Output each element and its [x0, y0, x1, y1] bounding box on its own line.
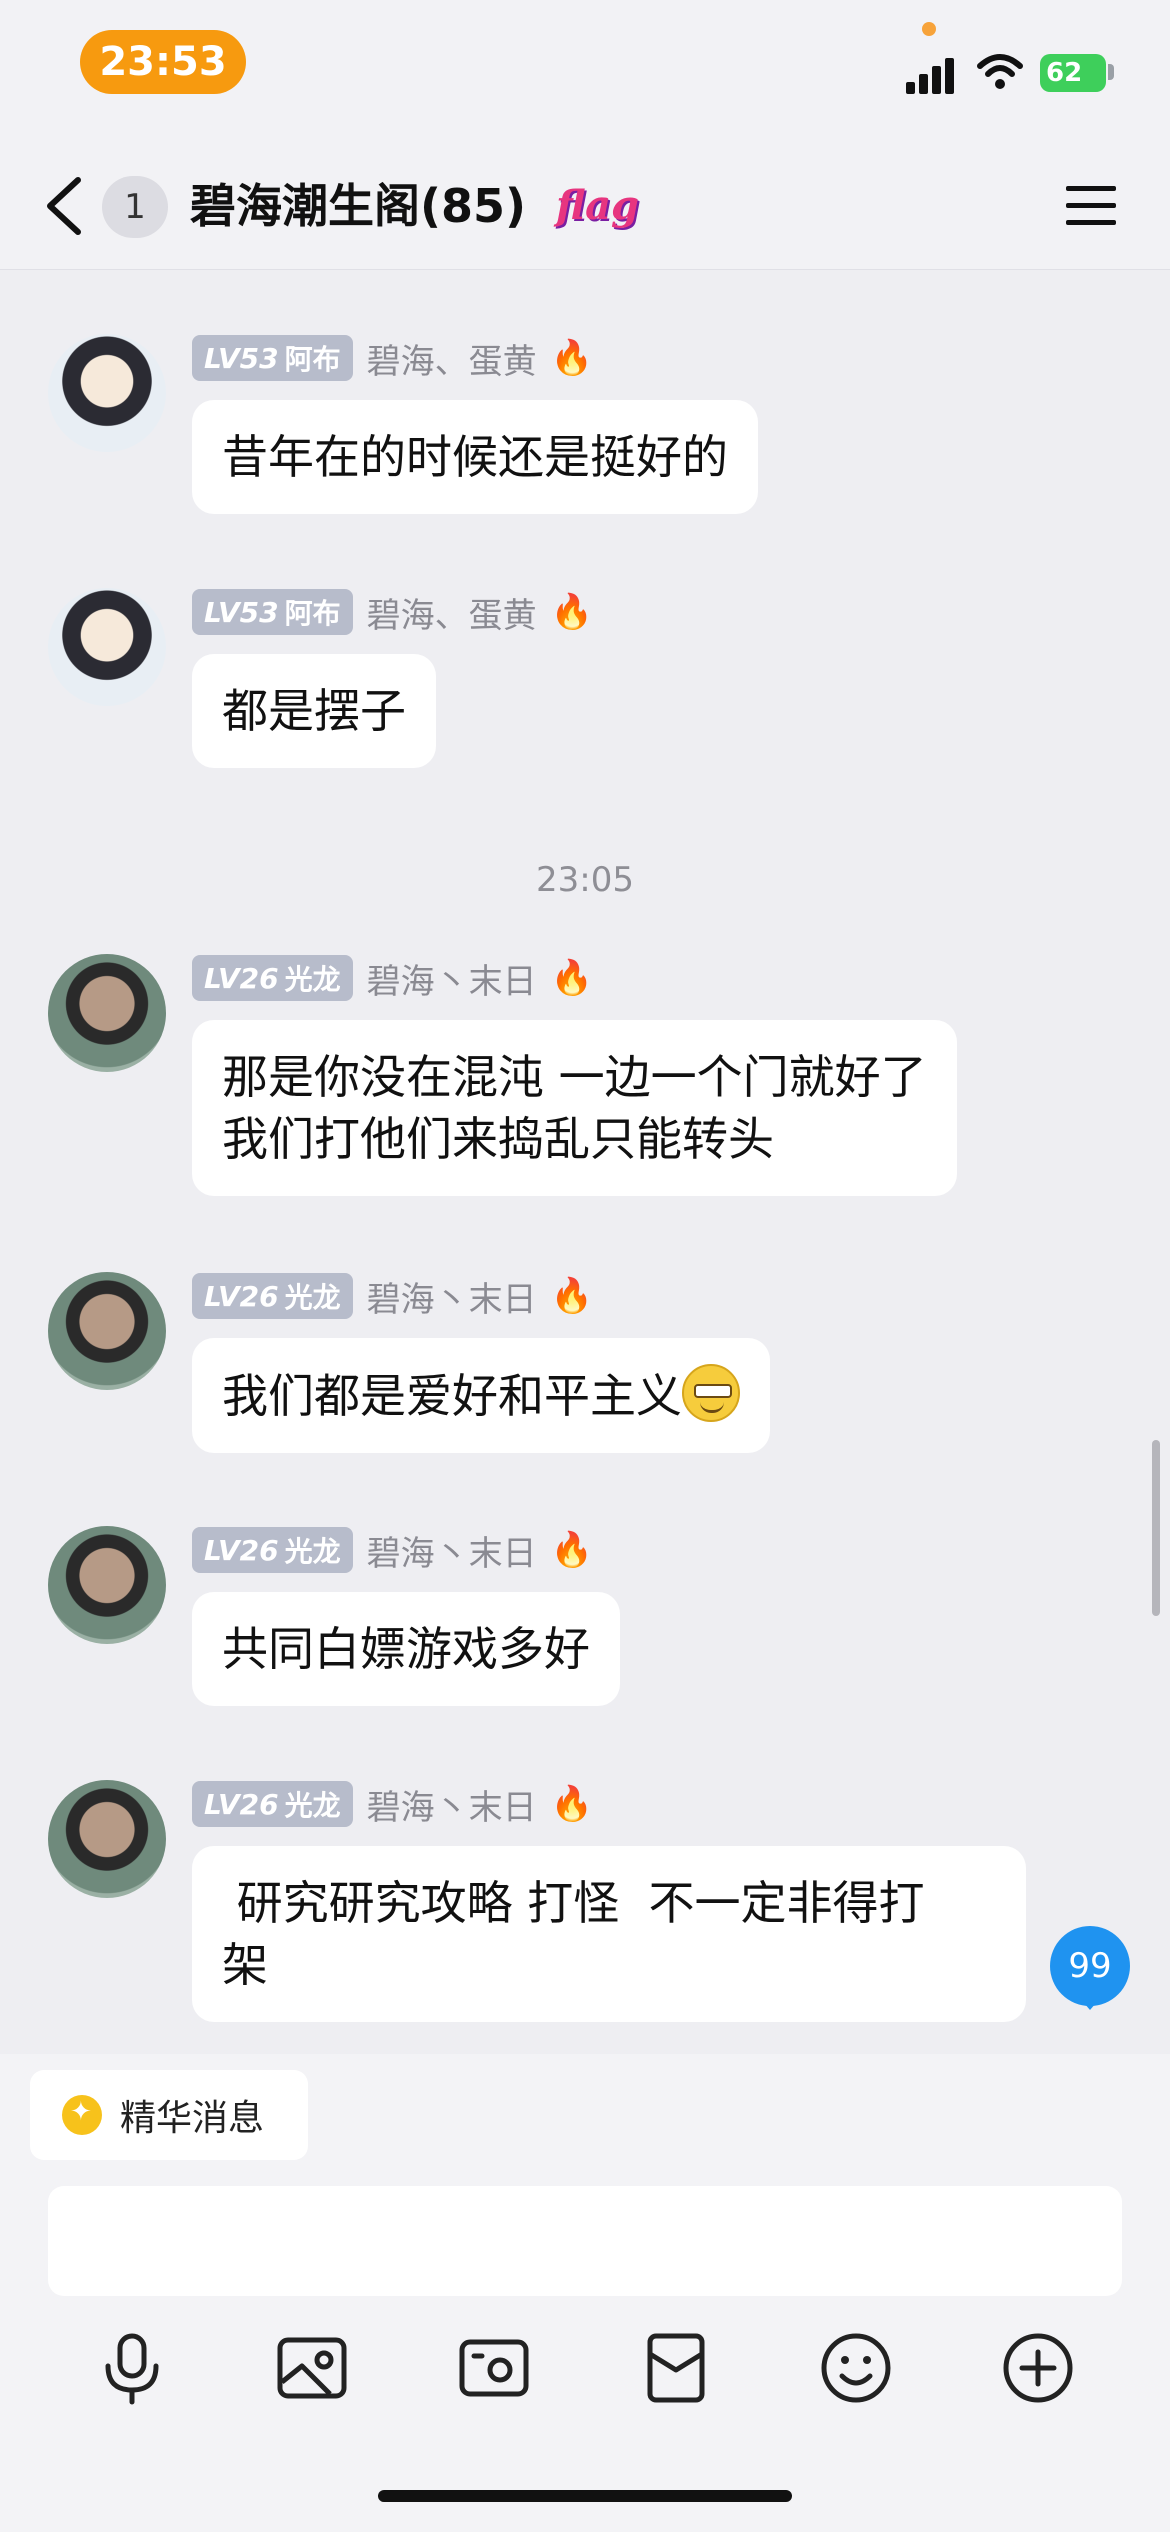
- sparkle-drop-icon: [62, 2095, 102, 2135]
- group-title[interactable]: 碧海潮生阁(85): [190, 176, 526, 236]
- avatar[interactable]: [48, 1780, 166, 1898]
- message-timestamp: 23:05: [536, 860, 634, 900]
- avatar[interactable]: [48, 954, 166, 1072]
- fire-icon: 🔥: [550, 1276, 593, 1316]
- sender-nickname[interactable]: 阿布: [285, 592, 341, 632]
- battery-cap: [1108, 64, 1114, 80]
- level-badge: LV26 光龙: [192, 1273, 353, 1319]
- fire-icon: 🔥: [550, 958, 593, 998]
- voice-icon[interactable]: [94, 2330, 170, 2406]
- sender-meta: LV53 阿布 碧海、蛋黄 🔥: [192, 588, 593, 636]
- new-message-count-badge[interactable]: 99: [1050, 1926, 1130, 2010]
- group-title-tag: 碧海丶末日: [366, 1279, 537, 1320]
- sender-meta: LV26 光龙 碧海丶末日 🔥: [192, 1272, 593, 1320]
- cellular-signal-icon: [906, 58, 954, 94]
- wifi-icon: [977, 54, 1023, 89]
- message-bubble[interactable]: 共同白嫖游戏多好: [192, 1592, 620, 1706]
- fire-icon: 🔥: [550, 592, 593, 632]
- avatar[interactable]: [48, 1526, 166, 1644]
- sender-nickname[interactable]: 光龙: [285, 1530, 341, 1570]
- sender-meta: LV26 光龙 碧海丶末日 🔥: [192, 954, 593, 1002]
- message-bubble[interactable]: 昔年在的时候还是挺好的: [192, 400, 758, 514]
- smirk-emoji-icon: [682, 1364, 740, 1422]
- avatar[interactable]: [48, 1272, 166, 1390]
- group-title-tag: 碧海丶末日: [366, 1787, 537, 1828]
- sender-meta: LV26 光龙 碧海丶末日 🔥: [192, 1780, 593, 1828]
- message-bubble[interactable]: 那是你没在混沌 一边一个门就好了 我们打他们来捣乱只能转头: [192, 1020, 957, 1196]
- message-text: 我们都是爱好和平主义: [222, 1369, 682, 1423]
- flag-badge: flag: [556, 182, 639, 229]
- message-input[interactable]: [48, 2186, 1122, 2296]
- scrollbar-thumb[interactable]: [1152, 1440, 1160, 1616]
- group-title-tag: 碧海、蛋黄: [366, 341, 537, 382]
- sender-meta: LV26 光龙 碧海丶末日 🔥: [192, 1526, 593, 1574]
- group-title-tag: 碧海丶末日: [366, 961, 537, 1002]
- level-badge: LV53 阿布: [192, 589, 353, 635]
- sender-nickname[interactable]: 光龙: [285, 958, 341, 998]
- status-time: 23:53: [80, 30, 246, 94]
- image-icon[interactable]: [274, 2330, 350, 2406]
- red-packet-icon[interactable]: [638, 2330, 714, 2406]
- level-badge: LV26 光龙: [192, 955, 353, 1001]
- unread-count-badge[interactable]: 1: [102, 176, 168, 238]
- hamburger-menu-icon[interactable]: [1066, 186, 1116, 226]
- avatar[interactable]: [48, 334, 166, 452]
- group-title-tag: 碧海丶末日: [366, 1533, 537, 1574]
- level-badge: LV53 阿布: [192, 335, 353, 381]
- battery-icon: 62: [1040, 54, 1106, 92]
- status-bar: 23:53 62: [0, 0, 1170, 140]
- message-bubble[interactable]: 都是摆子: [192, 654, 436, 768]
- level-badge: LV26 光龙: [192, 1781, 353, 1827]
- emoji-icon[interactable]: [818, 2330, 894, 2406]
- chat-header: 1 碧海潮生阁(85) flag: [0, 140, 1170, 270]
- plus-icon[interactable]: [1000, 2330, 1076, 2406]
- essence-messages-button[interactable]: 精华消息: [30, 2070, 308, 2160]
- essence-label: 精华消息: [120, 2098, 265, 2139]
- level-badge: LV26 光龙: [192, 1527, 353, 1573]
- sender-nickname[interactable]: 阿布: [285, 338, 341, 378]
- home-indicator[interactable]: [378, 2490, 792, 2502]
- message-bubble[interactable]: 研究研究攻略 打怪 不一定非得打 架: [192, 1846, 1026, 2022]
- fire-icon: 🔥: [550, 338, 593, 378]
- camera-icon[interactable]: [456, 2330, 532, 2406]
- message-bubble[interactable]: 我们都是爱好和平主义: [192, 1338, 770, 1453]
- back-chevron-icon[interactable]: [42, 176, 86, 236]
- sender-meta: LV53 阿布 碧海、蛋黄 🔥: [192, 334, 593, 382]
- fire-icon: 🔥: [550, 1784, 593, 1824]
- privacy-indicator-dot: [922, 22, 936, 36]
- avatar[interactable]: [48, 588, 166, 706]
- fire-icon: 🔥: [550, 1530, 593, 1570]
- sender-nickname[interactable]: 光龙: [285, 1784, 341, 1824]
- group-title-tag: 碧海、蛋黄: [366, 595, 537, 636]
- sender-nickname[interactable]: 光龙: [285, 1276, 341, 1316]
